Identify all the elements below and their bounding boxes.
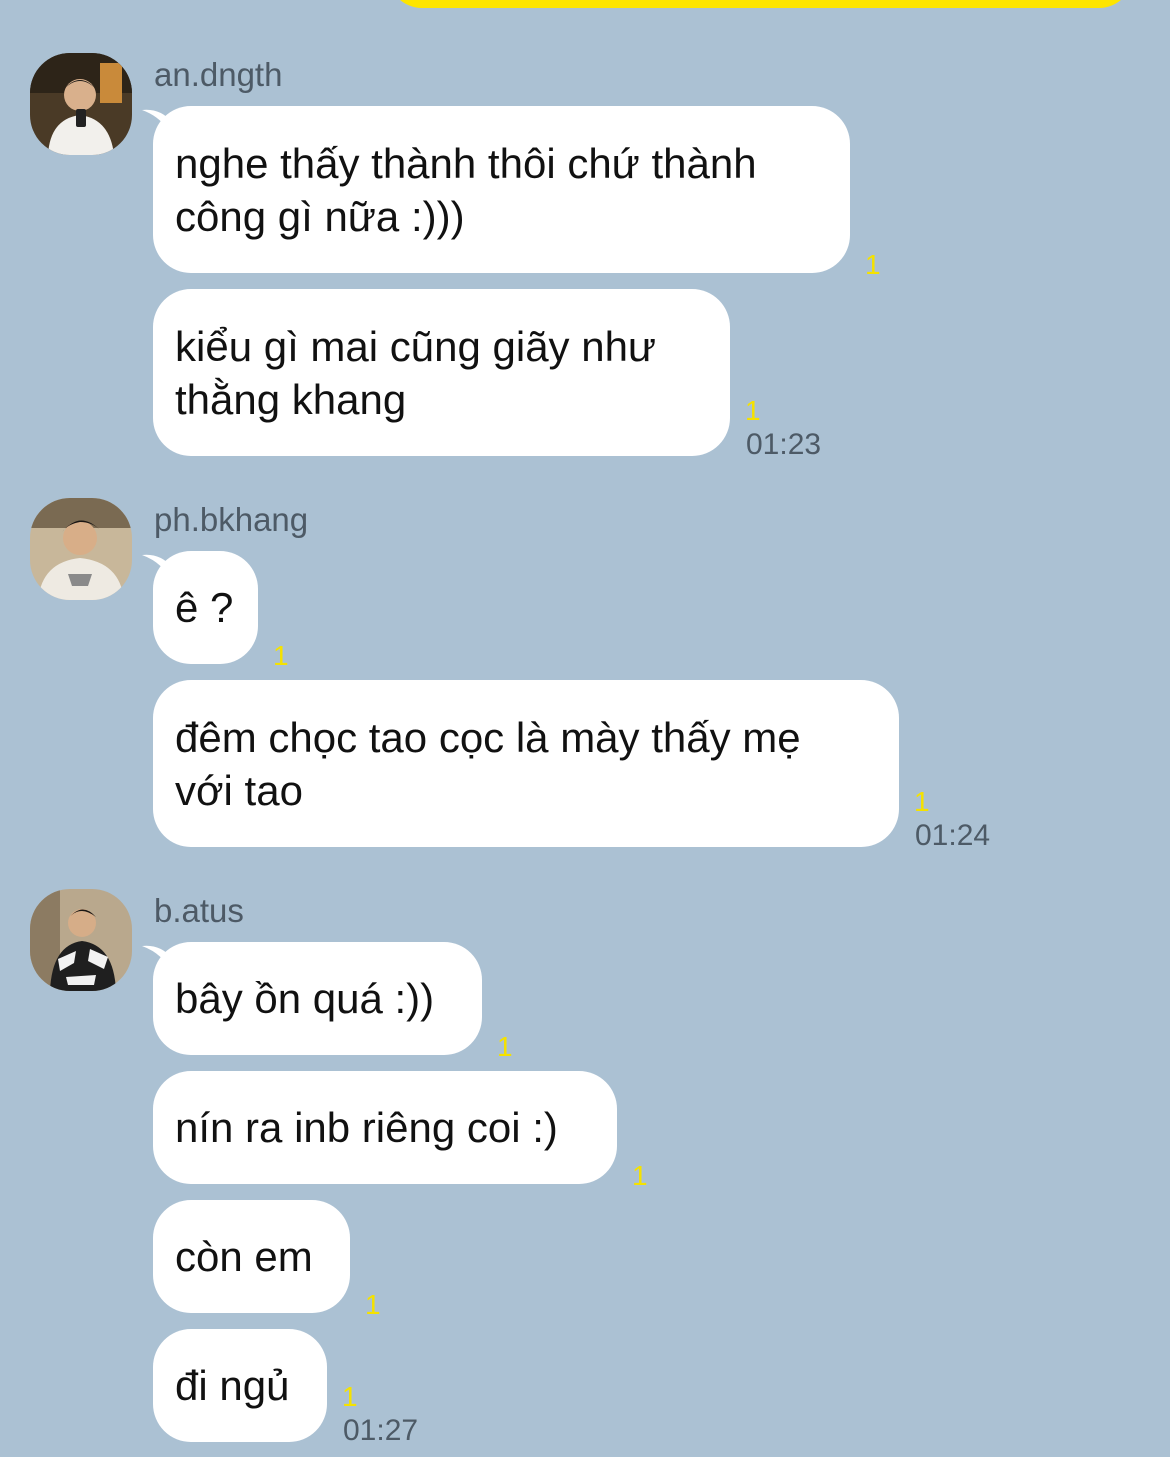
sender-name: ph.bkhang xyxy=(154,501,309,538)
message-text: ê ? xyxy=(175,584,234,631)
message-text: kiểu gì mai cũng giãy như thằng khang xyxy=(175,322,657,423)
unread-count: 1 xyxy=(865,249,881,280)
avatar-photo-icon xyxy=(30,498,132,600)
message-timestamp: 01:24 xyxy=(915,819,991,852)
message-text: còn em xyxy=(175,1233,313,1280)
unread-count: 1 xyxy=(497,1031,513,1062)
message-text: nín ra inb riêng coi :) xyxy=(175,1104,558,1151)
message-timestamp: 01:23 xyxy=(746,428,822,461)
message-bubble[interactable]: ê ? xyxy=(153,551,258,664)
sender-name: b.atus xyxy=(154,892,244,929)
sender-name: an.dngth xyxy=(154,56,283,93)
message-bubble[interactable]: còn em xyxy=(153,1200,350,1313)
unread-count: 1 xyxy=(914,786,930,817)
message-text: đi ngủ xyxy=(175,1362,290,1409)
unread-count: 1 xyxy=(745,395,761,426)
message-bubble[interactable]: đi ngủ xyxy=(153,1329,327,1442)
message-bubble[interactable]: kiểu gì mai cũng giãy như thằng khang xyxy=(153,289,730,456)
unread-count: 1 xyxy=(365,1289,381,1320)
unread-count: 1 xyxy=(632,1160,648,1191)
message-bubble[interactable]: nín ra inb riêng coi :) xyxy=(153,1071,617,1184)
avatar-an-dngth[interactable] xyxy=(30,53,132,155)
unread-count: 1 xyxy=(273,640,289,671)
message-text: bây ồn quá :)) xyxy=(175,975,435,1022)
avatar-b-atus[interactable] xyxy=(30,889,132,991)
message-bubble[interactable]: nghe thấy thành thôi chứ thành công gì n… xyxy=(153,106,850,273)
avatar-photo-icon xyxy=(30,53,132,155)
message-bubble[interactable]: đêm chọc tao cọc là mày thấy mẹ với tao xyxy=(153,680,899,847)
unread-count: 1 xyxy=(342,1381,358,1412)
own-message-bubble[interactable] xyxy=(388,0,1133,8)
message-text: đêm chọc tao cọc là mày thấy mẹ với tao xyxy=(175,713,801,814)
message-text: nghe thấy thành thôi chứ thành công gì n… xyxy=(175,139,757,240)
avatar-photo-icon xyxy=(30,889,132,991)
message-bubble[interactable]: bây ồn quá :)) xyxy=(153,942,482,1055)
message-timestamp: 01:27 xyxy=(343,1414,419,1447)
avatar-ph-bkhang[interactable] xyxy=(30,498,132,600)
